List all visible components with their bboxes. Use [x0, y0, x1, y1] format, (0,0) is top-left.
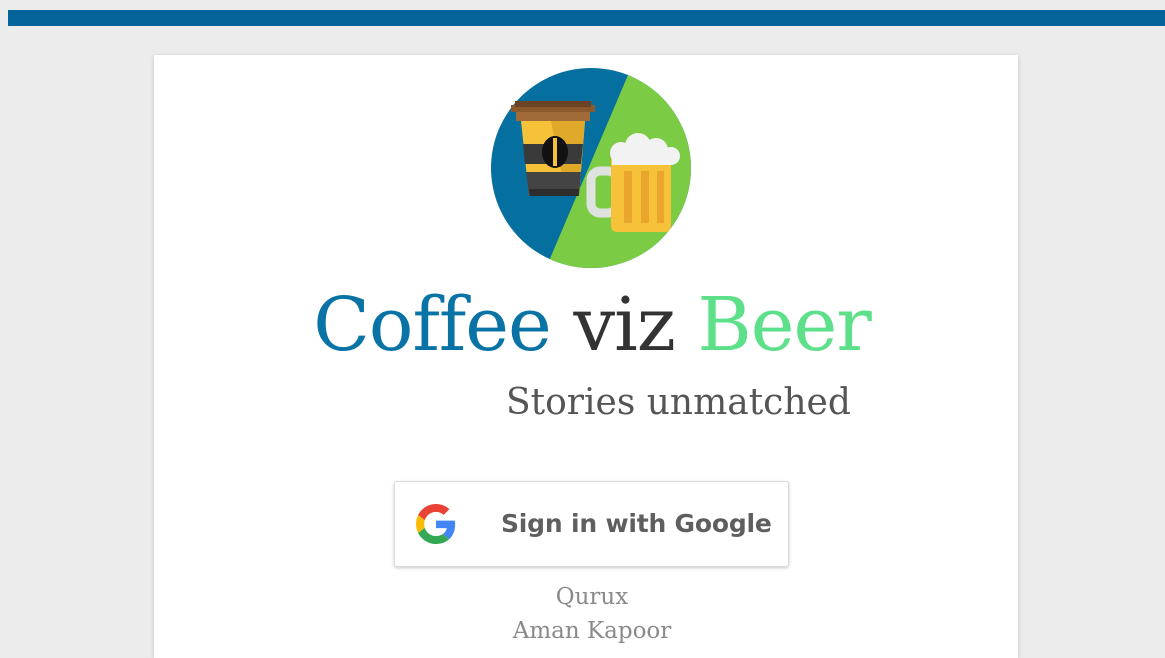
login-card: Coffee viz Beer Stories unmatched Sign i… [154, 55, 1018, 658]
footer-author: Aman Kapoor [512, 618, 672, 644]
title-word-coffee: Coffee [313, 282, 552, 368]
app-title: Coffee viz Beer [154, 280, 1030, 370]
footer-org: Qurux [555, 584, 629, 610]
title-word-viz: viz [573, 282, 675, 368]
google-g-icon [416, 504, 456, 544]
coffee-beer-logo-icon [491, 68, 691, 268]
title-word-beer: Beer [697, 282, 871, 368]
google-sign-in-button[interactable]: Sign in with Google [394, 481, 789, 567]
top-bar [8, 10, 1165, 26]
app-subtitle: Stories unmatched [506, 382, 851, 423]
google-sign-in-label: Sign in with Google [501, 509, 772, 538]
